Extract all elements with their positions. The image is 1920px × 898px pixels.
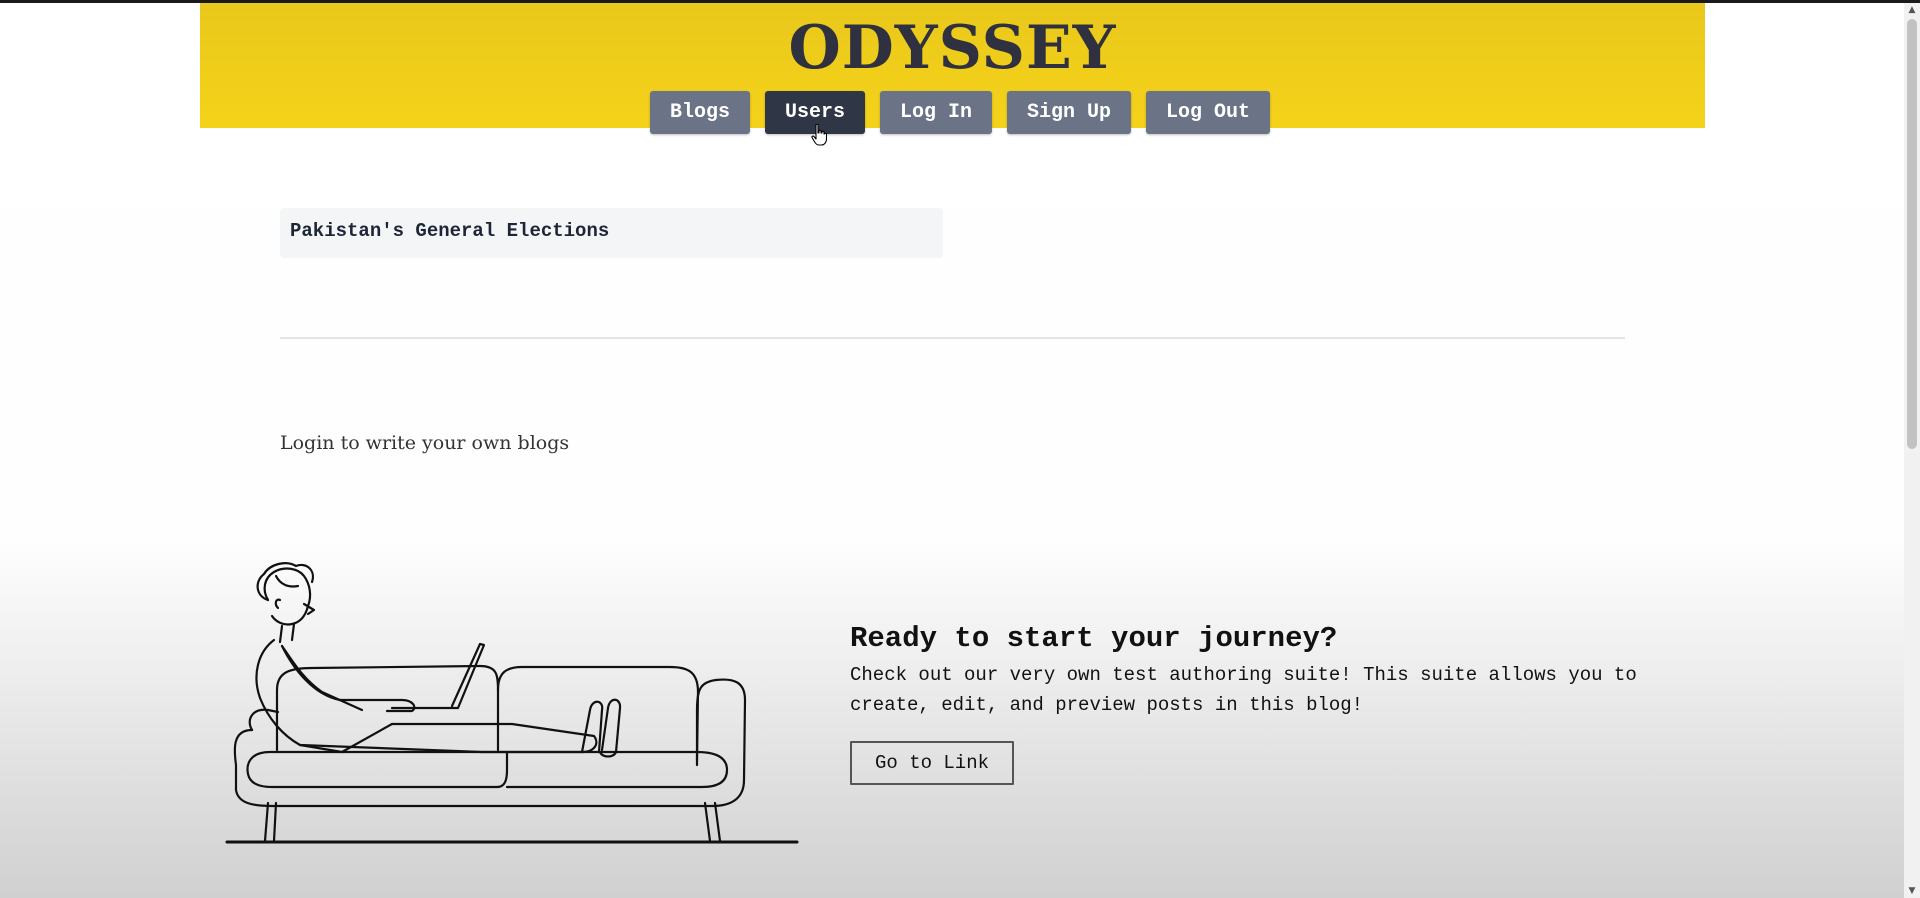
scrollbar-thumb[interactable] — [1907, 19, 1917, 449]
cta-description: Check out our very own test authoring su… — [850, 664, 1637, 716]
post-card[interactable]: Pakistan's General Elections — [280, 208, 943, 258]
post-title[interactable]: Pakistan's General Elections — [290, 220, 609, 242]
cta-title: Ready to start your journey? — [850, 622, 1338, 655]
main-nav: Blogs Users Log In Sign Up Log Out — [0, 91, 1920, 134]
nav-logout-button[interactable]: Log Out — [1146, 91, 1270, 134]
nav-blogs-button[interactable]: Blogs — [650, 91, 750, 134]
person-on-couch-illustration — [225, 562, 799, 844]
nav-signup-button[interactable]: Sign Up — [1007, 91, 1131, 134]
hand-pointer-icon — [811, 124, 827, 146]
login-prompt-text: Login to write your own blogs — [280, 432, 570, 454]
section-divider — [280, 337, 1625, 339]
up-arrow-icon[interactable]: ▲ — [1904, 3, 1920, 17]
nav-login-button[interactable]: Log In — [880, 91, 992, 134]
site-logo[interactable]: ODYSSEY — [200, 9, 1705, 87]
vertical-scrollbar[interactable]: ▲ ▼ — [1904, 3, 1920, 898]
down-arrow-icon[interactable]: ▼ — [1904, 884, 1920, 898]
go-to-link-button[interactable]: Go to Link — [850, 741, 1014, 785]
